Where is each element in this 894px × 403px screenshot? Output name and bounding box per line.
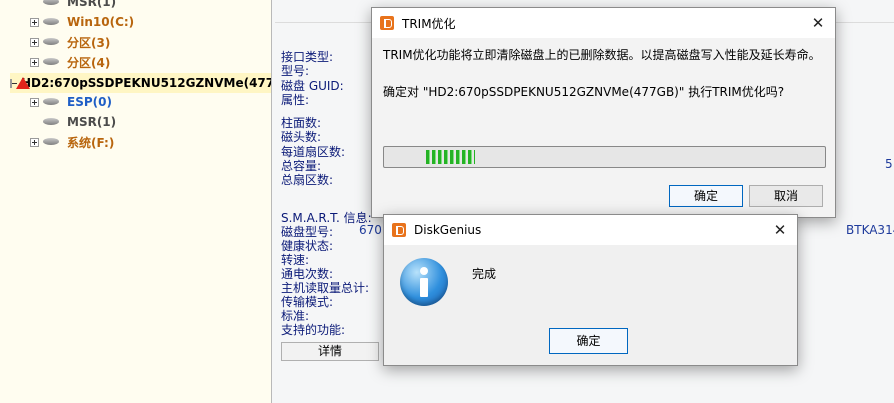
- partition-icon: [43, 118, 61, 126]
- partition-icon: [43, 98, 61, 106]
- completion-dialog-title: DiskGenius: [414, 223, 482, 237]
- partition-icon: [43, 138, 61, 146]
- close-icon[interactable]: ✕: [771, 221, 789, 239]
- tree-item-label: 系统(F:): [67, 135, 115, 150]
- completion-message: 完成: [472, 267, 497, 281]
- progress-fill: [426, 150, 475, 164]
- tree-item-label: MSR(1): [67, 0, 117, 9]
- tree-item-partition3[interactable]: 分区(3): [30, 32, 110, 52]
- diskgenius-app-icon: [392, 223, 406, 237]
- close-icon[interactable]: ✕: [809, 14, 827, 32]
- tree-collapse-icon[interactable]: [10, 78, 17, 88]
- info-icon: [400, 258, 448, 306]
- completion-dialog-titlebar[interactable]: DiskGenius ✕: [384, 215, 797, 245]
- label-attributes: 属性:: [281, 93, 310, 107]
- trim-dialog-title: TRIM优化: [402, 16, 456, 31]
- tree-item-label: Win10(C:): [67, 15, 135, 29]
- trim-cancel-button[interactable]: 取消: [749, 185, 823, 207]
- tree-item-esp[interactable]: ESP(0): [30, 92, 112, 112]
- partition-icon: [43, 58, 61, 66]
- completion-dialog: DiskGenius ✕ 完成 确定: [383, 214, 798, 366]
- tree-item-win10[interactable]: Win10(C:): [30, 12, 134, 32]
- tree-item-msr1b[interactable]: MSR(1): [30, 112, 116, 132]
- partition-icon: [43, 38, 61, 46]
- tree-expand-icon[interactable]: [30, 37, 39, 47]
- tree-expand-icon[interactable]: [30, 97, 39, 107]
- trim-dialog: TRIM优化 ✕ TRIM优化功能将立即清除磁盘上的已删除数据。以提高磁盘写入性…: [371, 7, 836, 218]
- tree-item-label: HD2:670pSSDPEKNU512GZNVMe(477: [21, 76, 272, 90]
- tree-item-hd2[interactable]: HD2:670pSSDPEKNU512GZNVMe(477: [10, 73, 272, 93]
- tree-item-label: MSR(1): [67, 115, 117, 129]
- partition-icon: [43, 0, 61, 6]
- serial-number-value: BTKA314: [846, 223, 894, 237]
- trim-confirm-question: 确定对 "HD2:670pSSDPEKNU512GZNVMe(477GB)" 执…: [383, 85, 785, 99]
- tree-expand-icon[interactable]: [30, 137, 39, 147]
- partition-icon: [43, 18, 61, 26]
- tree-item-label: 分区(4): [67, 55, 111, 70]
- disk-tree-panel: MSR(1) Win10(C:) 分区(3) 分区(4) HD2:670pSSD…: [0, 0, 272, 403]
- completion-ok-button[interactable]: 确定: [549, 328, 628, 354]
- tree-item-label: 分区(3): [67, 35, 111, 50]
- total-capacity-value: 5: [885, 157, 893, 171]
- diskgenius-app-icon: [380, 16, 394, 30]
- tree-expand-icon[interactable]: [30, 17, 39, 27]
- trim-ok-button[interactable]: 确定: [669, 185, 743, 207]
- trim-description: TRIM优化功能将立即清除磁盘上的已删除数据。以提高磁盘写入性能及延长寿命。: [383, 48, 821, 62]
- tree-expand-icon[interactable]: [30, 57, 39, 67]
- tree-item-partition4[interactable]: 分区(4): [30, 52, 110, 72]
- details-button[interactable]: 详情: [281, 342, 379, 361]
- tree-item-system[interactable]: 系统(F:): [30, 132, 114, 152]
- tree-item-label: ESP(0): [67, 95, 112, 109]
- tree-item-msr1[interactable]: MSR(1): [30, 0, 116, 12]
- label-supported-features: 支持的功能:: [281, 323, 346, 337]
- disk-model-value: 670: [359, 223, 382, 237]
- label-total-sectors: 总扇区数:: [281, 173, 334, 187]
- trim-dialog-titlebar[interactable]: TRIM优化 ✕: [372, 8, 835, 38]
- trim-progress-bar: [383, 146, 826, 168]
